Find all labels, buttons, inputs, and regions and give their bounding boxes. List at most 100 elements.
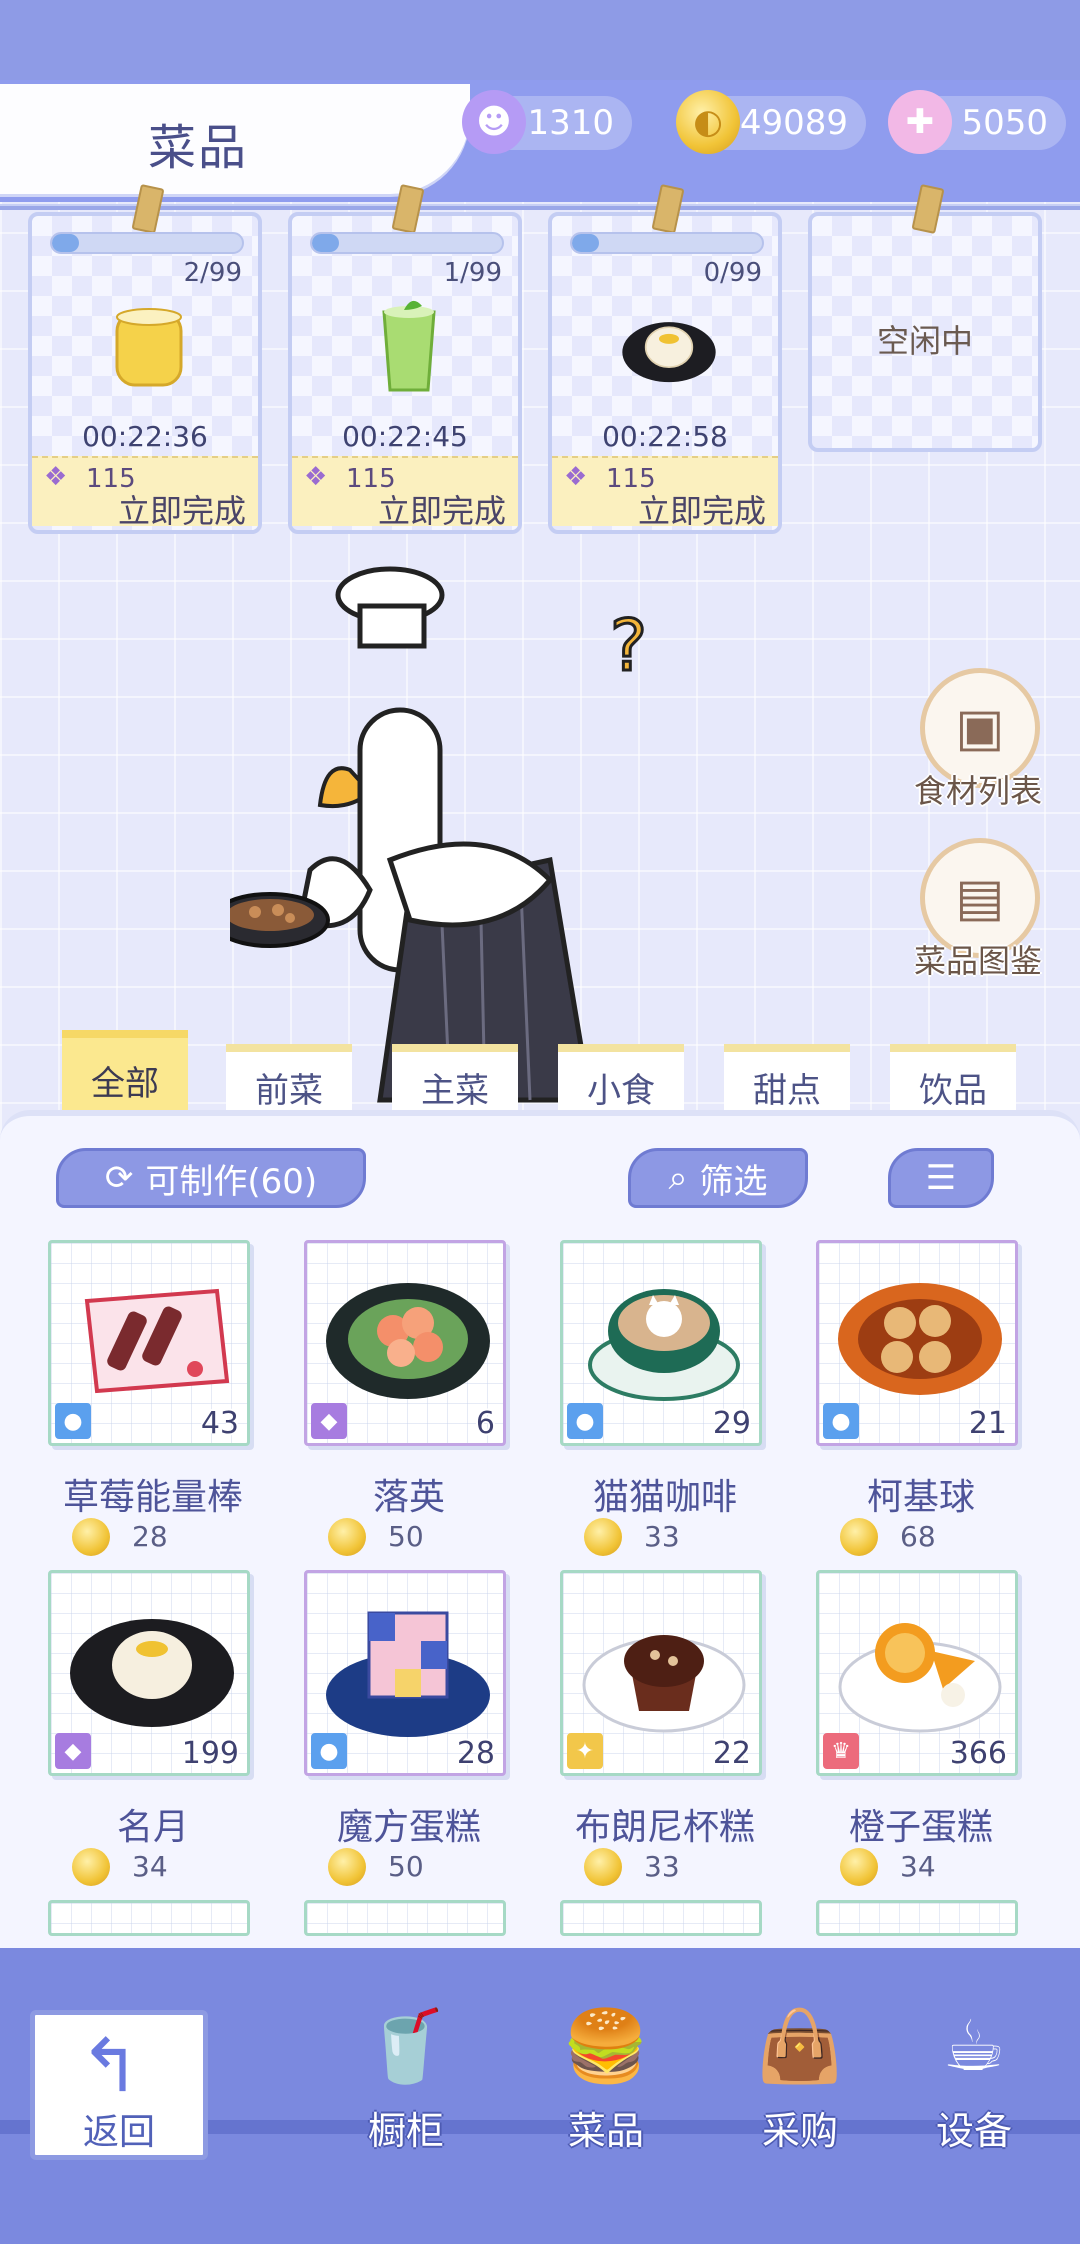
strawberry-bar-image: [84, 1288, 230, 1394]
dish-count: 366: [949, 1736, 1007, 1771]
instant-complete-label: 立即完成: [117, 492, 246, 530]
filter-label: 筛选: [699, 1161, 768, 1202]
currency-coin[interactable]: ◐ 2049089: [676, 90, 866, 154]
dish-card[interactable]: ✦ 22: [560, 1570, 762, 1776]
filter-button[interactable]: ⌕ 筛选: [628, 1148, 808, 1208]
instant-complete-button[interactable]: ❖ 115 立即完成: [552, 456, 778, 530]
instant-complete-label: 立即完成: [377, 492, 506, 530]
ingredient-list-label: 食材列表: [913, 772, 1042, 810]
cat-coffee-image: [588, 1289, 740, 1401]
dish-price-value: 34: [900, 1850, 936, 1883]
dish-count: 22: [712, 1736, 751, 1771]
dish-price: 33: [584, 1518, 764, 1558]
queue-count: 0/99: [703, 258, 762, 288]
recipe-book-label: 菜品图鉴: [913, 942, 1042, 980]
queue-slot-4[interactable]: 空闲中: [808, 184, 1042, 452]
dish-card[interactable]: [816, 1900, 1018, 1936]
dish-name: 草莓能量棒: [62, 1477, 243, 1518]
mooncake-plate-icon: [619, 300, 719, 396]
gold-coin-icon: ◐: [676, 90, 740, 154]
page-title: 菜品: [148, 120, 249, 176]
queue-slot-1[interactable]: 2/99 00:22:36 ❖ 115 立即完成: [28, 184, 262, 534]
gold-coin-icon: [72, 1518, 110, 1556]
dish-count: 29: [712, 1406, 751, 1441]
dish-item[interactable]: ● 43 草莓能量棒 28: [48, 1240, 258, 1556]
instant-complete-button[interactable]: ❖ 115 立即完成: [292, 456, 518, 530]
dish-item[interactable]: ◆ 6 落英 50: [304, 1240, 514, 1556]
gold-coin-icon: [72, 1848, 110, 1886]
tier-badge-icon: ●: [823, 1403, 859, 1439]
dish-card[interactable]: ● 43: [48, 1240, 250, 1446]
green-drink-icon: [359, 300, 459, 396]
dish-price: 68: [840, 1518, 1020, 1558]
queue-slot-3[interactable]: 0/99 00:22:58 ❖ 115 立即完成: [548, 184, 782, 534]
back-label: 返回: [82, 2112, 155, 2153]
queue-slot-2[interactable]: 1/99 00:22:45 ❖ 115 立即完成: [288, 184, 522, 534]
craftable-toggle-button[interactable]: ⟳ 可制作(60): [56, 1148, 366, 1208]
dish-name: 布朗尼杯糕: [574, 1807, 755, 1848]
dish-card[interactable]: [48, 1900, 250, 1936]
tier-badge-icon: ✦: [567, 1733, 603, 1769]
dish-card[interactable]: ● 28: [304, 1570, 506, 1776]
cabinet-drink-icon: 🥤: [362, 2004, 450, 2087]
nav-dishes[interactable]: 🍔 菜品: [516, 1996, 696, 2156]
currency-gem[interactable]: ☻ 1310: [462, 90, 632, 154]
dish-item[interactable]: ● 21 柯基球 68: [816, 1240, 1026, 1556]
dish-name: 落英: [372, 1477, 445, 1518]
dish-item[interactable]: ◆ 199 名月 34: [48, 1570, 258, 1886]
currency-crystal[interactable]: ✚ 5050: [888, 90, 1066, 154]
coffee-machine-icon: ☕: [942, 2005, 1006, 2087]
craftable-label: 可制作(60): [145, 1161, 318, 1202]
gold-coin-icon: [584, 1848, 622, 1886]
dish-card[interactable]: ♛ 366: [816, 1570, 1018, 1776]
gold-coin-icon: [840, 1518, 878, 1556]
progress-bar: [50, 232, 244, 254]
progress-fill: [52, 234, 79, 252]
dish-price: 34: [840, 1848, 1020, 1888]
dish-card[interactable]: ● 29: [560, 1240, 762, 1446]
purple-gem-icon: ☻: [462, 90, 526, 154]
dish-item[interactable]: ● 29 猫猫咖啡 33: [560, 1240, 770, 1556]
ingredient-list-button[interactable]: ▣ 食材列表: [890, 668, 1066, 818]
dish-card[interactable]: [560, 1900, 762, 1936]
crystal-plus-icon[interactable]: ✚: [888, 90, 952, 154]
dish-card[interactable]: ◆ 6: [304, 1240, 506, 1446]
dish-price-value: 34: [132, 1850, 168, 1883]
queue-timer: 00:22:58: [602, 420, 728, 453]
dish-item[interactable]: ♛ 366 橙子蛋糕 34: [816, 1570, 1026, 1886]
burger-icon: 🍔: [562, 2004, 650, 2087]
dish-price: 33: [584, 1848, 764, 1888]
back-button[interactable]: ↰ 返回: [30, 2010, 208, 2160]
dish-price: 28: [72, 1518, 252, 1558]
tab-all[interactable]: 全部: [62, 1030, 188, 1122]
dish-name: 魔方蛋糕: [336, 1807, 481, 1848]
dish-item[interactable]: ● 28 魔方蛋糕 50: [304, 1570, 514, 1886]
status-bar-area: [0, 0, 1080, 92]
dish-item[interactable]: ✦ 22 布朗尼杯糕 33: [560, 1570, 770, 1886]
instant-complete-button[interactable]: ❖ 115 立即完成: [32, 456, 258, 530]
dish-name: 橙子蛋糕: [848, 1807, 993, 1848]
nav-cabinet[interactable]: 🥤 橱柜: [316, 1996, 496, 2156]
dish-count: 28: [456, 1736, 495, 1771]
pudding-glass-icon: [99, 300, 199, 396]
dish-price-value: 33: [644, 1520, 680, 1553]
nav-equipment[interactable]: ☕ 设备: [884, 1996, 1064, 2156]
dish-name: 柯基球: [866, 1477, 975, 1518]
progress-bar: [570, 232, 764, 254]
dish-card[interactable]: ◆ 199: [48, 1570, 250, 1776]
dish-card[interactable]: [304, 1900, 506, 1936]
brownie-cupcake-image: [582, 1635, 746, 1733]
nav-equipment-label: 设备: [935, 2109, 1012, 2153]
gold-coin-icon: [584, 1518, 622, 1556]
dish-count: 43: [200, 1406, 239, 1441]
page-title-tab: 菜品: [0, 84, 470, 194]
dish-card[interactable]: ● 21: [816, 1240, 1018, 1446]
nav-purchase-label: 采购: [761, 2109, 838, 2153]
sort-button[interactable]: ☰: [888, 1148, 994, 1208]
nav-purchase[interactable]: 👜 采购: [710, 1996, 890, 2156]
tier-badge-icon: ◆: [55, 1733, 91, 1769]
dish-price: 50: [328, 1848, 508, 1888]
recipe-book-button[interactable]: ▤ 菜品图鉴: [890, 838, 1066, 988]
dish-price: 34: [72, 1848, 252, 1888]
tier-badge-icon: ♛: [823, 1733, 859, 1769]
